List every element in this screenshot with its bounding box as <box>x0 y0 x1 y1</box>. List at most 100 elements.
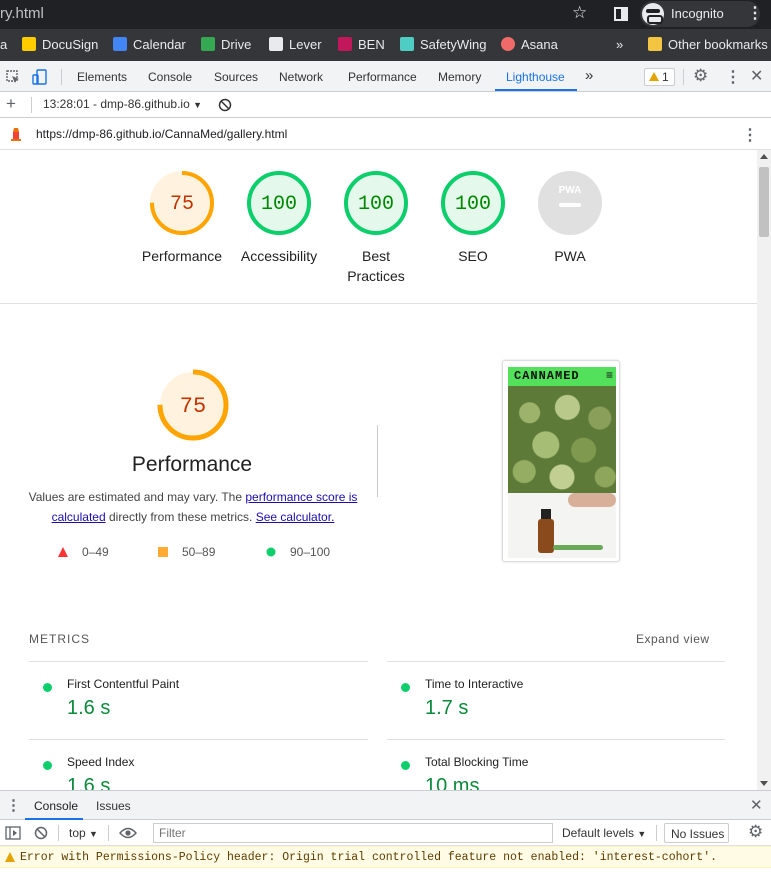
screenshot-brand: CANNAMED <box>514 369 580 383</box>
bottle-shape <box>538 519 554 553</box>
bookmark-label: a <box>0 37 8 52</box>
screenshot-photo-oil <box>508 493 616 558</box>
drawer-tab-console[interactable]: Console <box>34 799 78 813</box>
gauge-seo[interactable]: 100 SEO <box>423 170 523 266</box>
screenshot-header: CANNAMED ≡ <box>508 367 616 386</box>
devtools-tabbar: Elements Console Sources Network Perform… <box>0 61 771 92</box>
incognito-icon <box>642 3 664 25</box>
gauge-score: 75 <box>180 394 206 419</box>
bookmark-lever[interactable]: Lever <box>269 37 322 52</box>
lighthouse-toolbar: + 13:28:01 - dmp-86.github.io ▼ <box>0 92 771 118</box>
other-bookmarks-label: Other bookmarks <box>668 37 768 52</box>
bookmark-label: Asana <box>521 37 558 52</box>
report-selector[interactable]: 13:28:01 - dmp-86.github.io ▼ <box>43 97 202 111</box>
metric-divider <box>29 739 368 740</box>
browser-menu-icon[interactable]: ⋮ <box>747 3 763 23</box>
toolbar-divider <box>108 825 109 841</box>
scroll-down-icon[interactable] <box>760 781 768 786</box>
close-drawer-icon[interactable]: ✕ <box>750 796 763 814</box>
metric-name: Speed Index <box>67 755 135 769</box>
metric-time-to-interactive: Time to Interactive 1.7 s <box>387 677 725 727</box>
drawer-menu-icon[interactable]: ⋮ <box>6 796 21 814</box>
bookmark-drive[interactable]: Drive <box>201 37 251 52</box>
bookmark-docusign[interactable]: DocuSign <box>22 37 98 52</box>
desc-text: Values are estimated and may vary. The <box>28 490 246 504</box>
tab-title[interactable]: ry.html <box>0 5 44 22</box>
close-devtools-icon[interactable]: ✕ <box>750 66 763 86</box>
desc-text: directly from these metrics. <box>105 510 256 524</box>
metric-name: Total Blocking Time <box>425 755 529 769</box>
device-toolbar-icon[interactable] <box>32 69 48 85</box>
tab-console[interactable]: Console <box>148 70 192 84</box>
bookmark-asana[interactable]: Asana <box>501 37 558 52</box>
metric-value: 1.6 s <box>67 697 111 719</box>
console-filter-input[interactable] <box>153 823 553 843</box>
metrics-heading: METRICS <box>29 632 90 646</box>
gauge-label: Performance <box>141 248 223 264</box>
scroll-thumb[interactable] <box>759 167 769 237</box>
report-menu-icon[interactable]: ⋮ <box>742 125 758 145</box>
other-bookmarks[interactable]: Other bookmarks <box>648 37 768 52</box>
scroll-up-icon[interactable] <box>760 154 768 159</box>
add-report-icon[interactable]: + <box>6 94 16 114</box>
no-issues-button[interactable]: No Issues <box>664 823 729 843</box>
eye-icon[interactable] <box>119 827 137 839</box>
asana-icon <box>501 37 515 51</box>
tab-lighthouse[interactable]: Lighthouse <box>506 70 565 84</box>
gauge-ring: 100 <box>441 171 505 235</box>
hamburger-icon: ≡ <box>605 368 613 382</box>
bookmark-label: BEN <box>358 37 385 52</box>
gauge-ring: 75 <box>157 369 229 441</box>
console-settings-gear-icon[interactable]: ⚙ <box>748 822 763 842</box>
sidebar-toggle-icon[interactable] <box>5 826 21 840</box>
star-icon[interactable]: ☆ <box>572 3 587 23</box>
tab-network[interactable]: Network <box>279 70 323 84</box>
console-toolbar: top ▼ Default levels ▼ No Issues ⚙ <box>0 820 771 846</box>
metric-speed-index: Speed Index 1.6 s <box>29 755 368 790</box>
side-panel-icon[interactable] <box>614 7 628 21</box>
settings-gear-icon[interactable]: ⚙ <box>693 66 708 86</box>
context-selector[interactable]: top ▼ <box>69 826 98 840</box>
metric-divider <box>29 661 368 662</box>
gauge-pwa[interactable]: PWA PWA <box>520 170 620 266</box>
console-warning-message[interactable]: Error with Permissions-Policy header: Or… <box>0 846 771 868</box>
bookmark-ben[interactable]: BEN <box>338 37 385 52</box>
leaf-shape <box>553 545 603 550</box>
tab-memory[interactable]: Memory <box>438 70 481 84</box>
report-url[interactable]: https://dmp-86.github.io/CannaMed/galler… <box>36 127 287 141</box>
toolbar-divider <box>58 825 59 841</box>
inspect-element-icon[interactable] <box>6 70 20 84</box>
pass-circle-icon <box>43 761 52 770</box>
clear-console-icon[interactable] <box>34 826 48 840</box>
incognito-badge[interactable]: Incognito <box>640 1 760 27</box>
bookmark-label: Drive <box>221 37 252 52</box>
drawer-tabbar: ⋮ Console Issues ✕ <box>0 790 771 820</box>
gauge-performance[interactable]: 75 Performance <box>132 170 232 266</box>
clear-reports-icon[interactable] <box>218 98 232 112</box>
gauge-label: Best Practices <box>347 248 405 284</box>
drawer-tab-issues[interactable]: Issues <box>96 799 131 813</box>
context-label: top <box>69 826 86 840</box>
bookmark-safetywing[interactable]: SafetyWing <box>400 37 486 52</box>
bookmarks-overflow-button[interactable]: » <box>616 37 623 52</box>
gauge-best-practices[interactable]: 100 Best Practices <box>326 170 426 286</box>
tab-performance[interactable]: Performance <box>348 70 417 84</box>
bookmark-a[interactable]: a <box>0 37 7 52</box>
tab-sources[interactable]: Sources <box>214 70 258 84</box>
warnings-counter[interactable]: 1 <box>644 68 675 86</box>
gauge-accessibility[interactable]: 100 Accessibility <box>229 170 329 266</box>
gauge-score: 75 <box>170 193 194 216</box>
metric-total-blocking-time: Total Blocking Time 10 ms <box>387 755 725 790</box>
report-scrollbar[interactable] <box>757 150 771 790</box>
expand-view-toggle[interactable]: Expand view <box>636 632 710 646</box>
more-tabs-button[interactable]: » <box>585 67 593 84</box>
ben-icon <box>338 37 352 51</box>
devtools-menu-icon[interactable]: ⋮ <box>725 67 741 87</box>
see-calculator-link[interactable]: See calculator. <box>256 510 335 524</box>
bookmark-calendar[interactable]: Calendar <box>113 37 186 52</box>
log-levels-dropdown[interactable]: Default levels ▼ <box>562 826 646 840</box>
lever-icon <box>269 37 283 51</box>
tab-elements[interactable]: Elements <box>77 70 127 84</box>
gauge-label: PWA <box>554 248 586 264</box>
browser-titlebar: ry.html ☆ Incognito ⋮ <box>0 0 771 29</box>
